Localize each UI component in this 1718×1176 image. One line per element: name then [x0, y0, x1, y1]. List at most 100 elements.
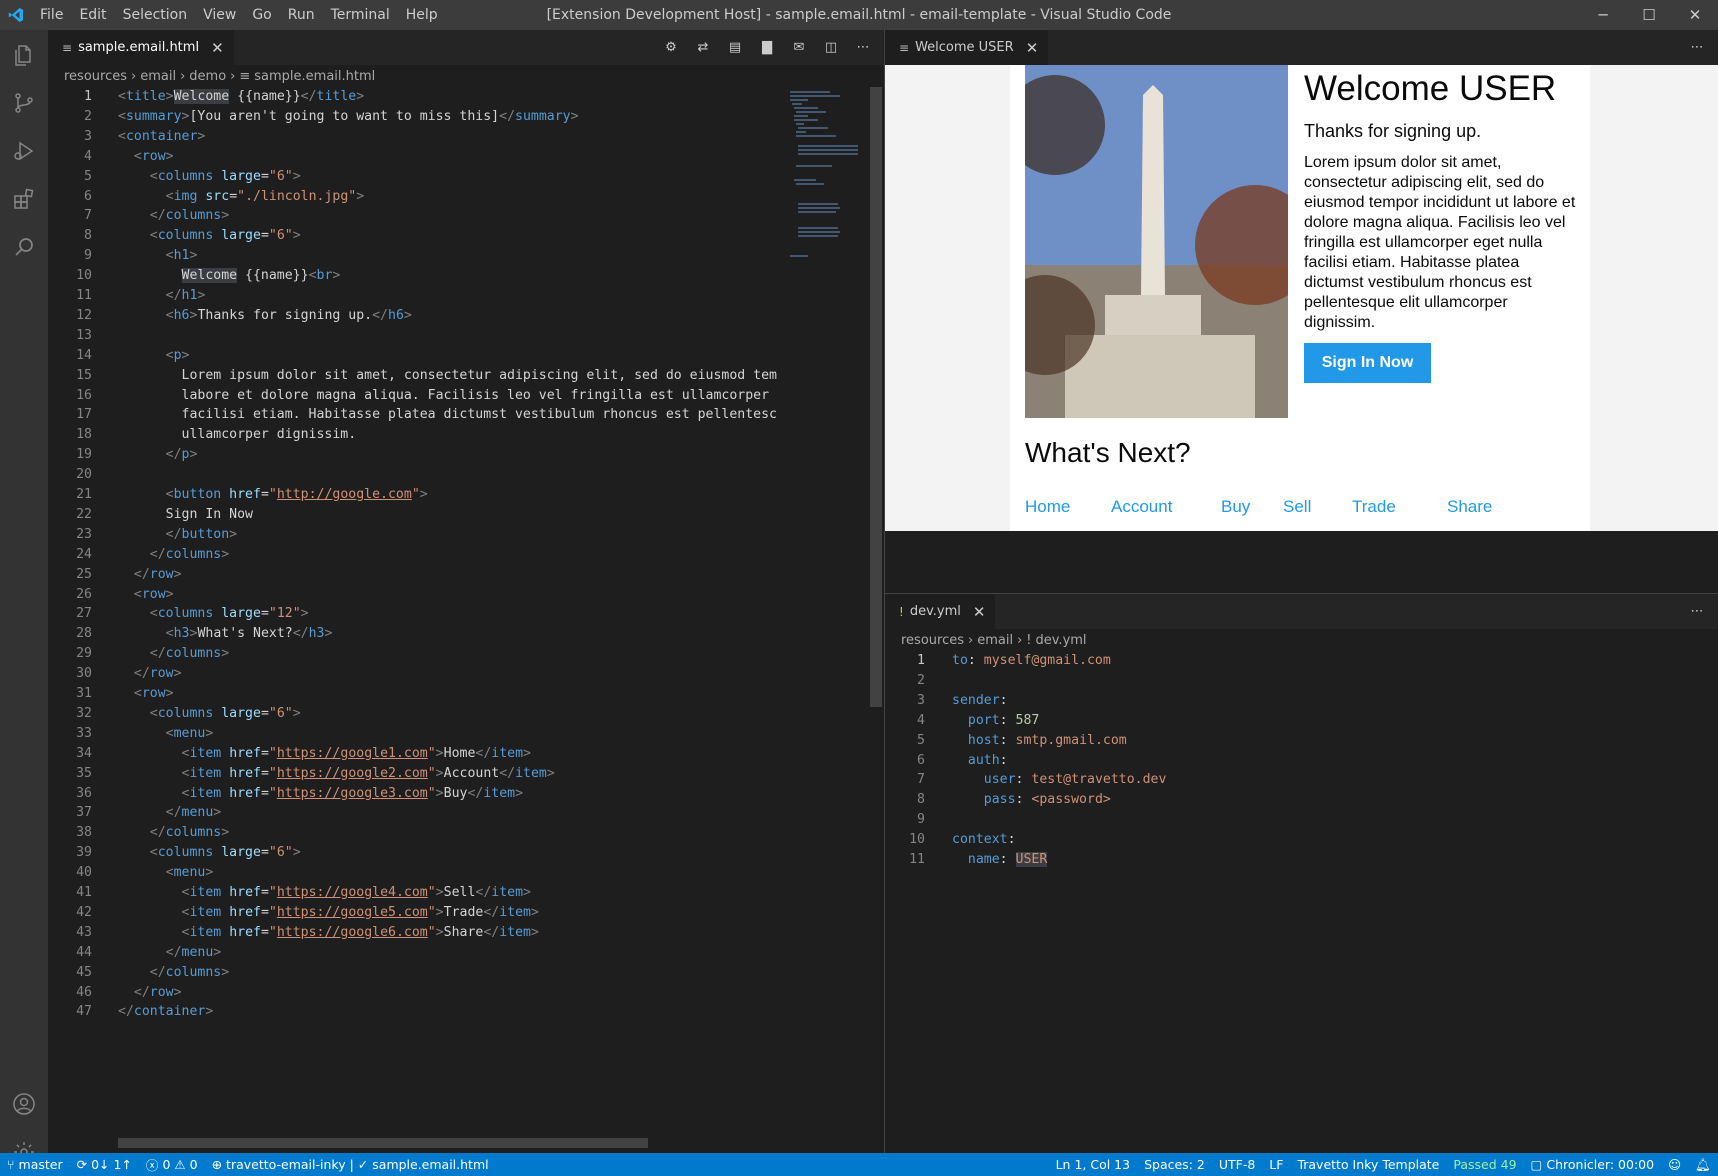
code-line[interactable]: 35 <item href="https://google2.com">Acco… [48, 764, 778, 783]
code-line[interactable]: 8 pass: <password> [885, 790, 1615, 809]
code-line[interactable]: 21 <button href="http://google.com"> [48, 485, 778, 504]
code-line[interactable]: 9 [885, 810, 1615, 829]
code-line[interactable]: 3 sender: [885, 691, 1615, 710]
breadcrumb-item[interactable]: resources [64, 69, 127, 84]
code-line[interactable]: 40 <menu> [48, 863, 778, 882]
code-line[interactable]: 1 to: myself@gmail.com [885, 651, 1615, 670]
code-line[interactable]: 27 <columns large="12"> [48, 604, 778, 623]
code-line[interactable]: 43 <item href="https://google6.com">Shar… [48, 923, 778, 942]
code-line[interactable]: 34 <item href="https://google1.com">Home… [48, 744, 778, 763]
code-line[interactable]: 23 </button> [48, 525, 778, 544]
tab-welcome-user[interactable]: ≡ Welcome USER ✕ [885, 30, 1049, 65]
code-line[interactable]: 29 </columns> [48, 644, 778, 663]
extensions-icon[interactable] [0, 175, 48, 223]
close-tab-icon[interactable]: ✕ [973, 603, 986, 621]
code-line[interactable]: 37 </menu> [48, 803, 778, 822]
sync-status[interactable]: ⟳ 0↓ 1↑ [70, 1157, 139, 1172]
code-line[interactable]: 10 Welcome {{name}}<br> [48, 266, 778, 285]
preview-side-icon[interactable]: ▤ [724, 37, 746, 59]
code-line[interactable]: 46 </row> [48, 983, 778, 1002]
code-line[interactable]: 20 [48, 465, 778, 484]
gear-icon[interactable]: ⚙ [660, 37, 682, 59]
code-line[interactable]: 6 <img src="./lincoln.jpg"> [48, 187, 778, 206]
code-line[interactable]: 19 </p> [48, 445, 778, 464]
code-line[interactable]: 8 <columns large="6"> [48, 226, 778, 245]
code-line[interactable]: 9 <h1> [48, 246, 778, 265]
code-line[interactable]: 24 </columns> [48, 545, 778, 564]
code-line[interactable]: 38 </columns> [48, 823, 778, 842]
code-line[interactable]: 5 <columns large="6"> [48, 167, 778, 186]
explorer-icon[interactable] [0, 31, 48, 79]
menu-selection[interactable]: Selection [115, 0, 196, 30]
code-line[interactable]: 7 </columns> [48, 206, 778, 225]
code-line[interactable]: 2 <summary>[You aren't going to want to m… [48, 107, 778, 126]
close-tab-icon[interactable]: ✕ [211, 39, 224, 57]
minimize-icon[interactable]: ─ [1580, 0, 1626, 30]
code-line[interactable]: 4 port: 587 [885, 711, 1615, 730]
vertical-scrollbar[interactable] [870, 87, 882, 707]
sign-in-button[interactable]: Sign In Now [1304, 343, 1431, 383]
chronicler-status[interactable]: ▢ Chronicler: 00:00 [1524, 1157, 1662, 1172]
document-icon[interactable]: ▇ [756, 37, 778, 59]
menu-terminal[interactable]: Terminal [323, 0, 398, 30]
menu-link-trade[interactable]: Trade [1352, 497, 1396, 517]
menu-edit[interactable]: Edit [71, 0, 114, 30]
menu-file[interactable]: File [32, 0, 71, 30]
more-actions-icon[interactable]: ⋯ [1686, 37, 1708, 59]
code-line[interactable]: 47 </container> [48, 1002, 778, 1021]
code-line[interactable]: 11 </h1> [48, 286, 778, 305]
code-line[interactable]: 28 <h3>What's Next?</h3> [48, 624, 778, 643]
code-line[interactable]: 44 </menu> [48, 943, 778, 962]
code-line[interactable]: 3 <container> [48, 127, 778, 146]
account-icon[interactable] [0, 1080, 48, 1128]
code-line[interactable]: 36 <item href="https://google3.com">Buy<… [48, 784, 778, 803]
code-line[interactable]: 13 [48, 326, 778, 345]
code-editor[interactable]: 1 <title>Welcome {{name}}</title> 2 <summar… [48, 87, 778, 1153]
breadcrumb-item[interactable]: demo [189, 69, 226, 84]
mail-icon[interactable]: ✉ [788, 37, 810, 59]
breadcrumb-item[interactable]: resources [901, 633, 964, 648]
code-line[interactable]: 30 </row> [48, 664, 778, 683]
search-icon[interactable] [0, 223, 48, 271]
code-line[interactable]: 16 labore et dolore magna aliqua. Facili… [48, 386, 778, 405]
breadcrumb-item[interactable]: sample.email.html [254, 69, 375, 84]
menu-link-account[interactable]: Account [1111, 497, 1172, 517]
code-line[interactable]: 12 <h6>Thanks for signing up.</h6> [48, 306, 778, 325]
code-line[interactable]: 6 auth: [885, 751, 1615, 770]
code-line[interactable]: 17 facilisi etiam. Habitasse platea dict… [48, 405, 778, 424]
test-status[interactable]: Passed 49 [1446, 1157, 1523, 1172]
code-line[interactable]: 42 <item href="https://google5.com">Trad… [48, 903, 778, 922]
end-of-line[interactable]: LF [1262, 1157, 1290, 1172]
tab-dev-yml[interactable]: ! dev.yml ✕ [885, 594, 996, 629]
code-line[interactable]: 32 <columns large="6"> [48, 704, 778, 723]
branch-status[interactable]: ⑂ master [0, 1157, 70, 1172]
menu-link-buy[interactable]: Buy [1221, 497, 1250, 517]
close-window-icon[interactable]: ✕ [1672, 0, 1718, 30]
more-actions-icon[interactable]: ⋯ [1686, 601, 1708, 623]
cursor-position[interactable]: Ln 1, Col 13 [1049, 1157, 1138, 1172]
feedback-icon[interactable]: ☺ [1661, 1157, 1688, 1172]
code-line[interactable]: 14 <p> [48, 346, 778, 365]
code-line[interactable]: 33 <menu> [48, 724, 778, 743]
minimap[interactable] [786, 87, 866, 267]
menu-view[interactable]: View [195, 0, 244, 30]
menu-go[interactable]: Go [244, 0, 279, 30]
code-line[interactable]: 5 host: smtp.gmail.com [885, 731, 1615, 750]
menu-link-share[interactable]: Share [1447, 497, 1492, 517]
code-line[interactable]: 41 <item href="https://google4.com">Sell… [48, 883, 778, 902]
horizontal-scrollbar[interactable] [118, 1138, 648, 1148]
source-control-icon[interactable] [0, 79, 48, 127]
compare-changes-icon[interactable]: ⇄ [692, 37, 714, 59]
language-mode[interactable]: Travetto Inky Template [1290, 1157, 1446, 1172]
code-line[interactable]: 4 <row> [48, 147, 778, 166]
code-line[interactable]: 39 <columns large="6"> [48, 843, 778, 862]
code-line[interactable]: 45 </columns> [48, 963, 778, 982]
tab-sample-email-html[interactable]: ≡ sample.email.html ✕ [48, 30, 234, 65]
encoding[interactable]: UTF-8 [1212, 1157, 1262, 1172]
code-line[interactable]: 15 Lorem ipsum dolor sit amet, consectet… [48, 366, 778, 385]
more-actions-icon[interactable]: ⋯ [852, 37, 874, 59]
menu-run[interactable]: Run [280, 0, 323, 30]
code-line[interactable]: 10 context: [885, 830, 1615, 849]
code-line[interactable]: 2 [885, 671, 1615, 690]
code-line[interactable]: 22 Sign In Now [48, 505, 778, 524]
